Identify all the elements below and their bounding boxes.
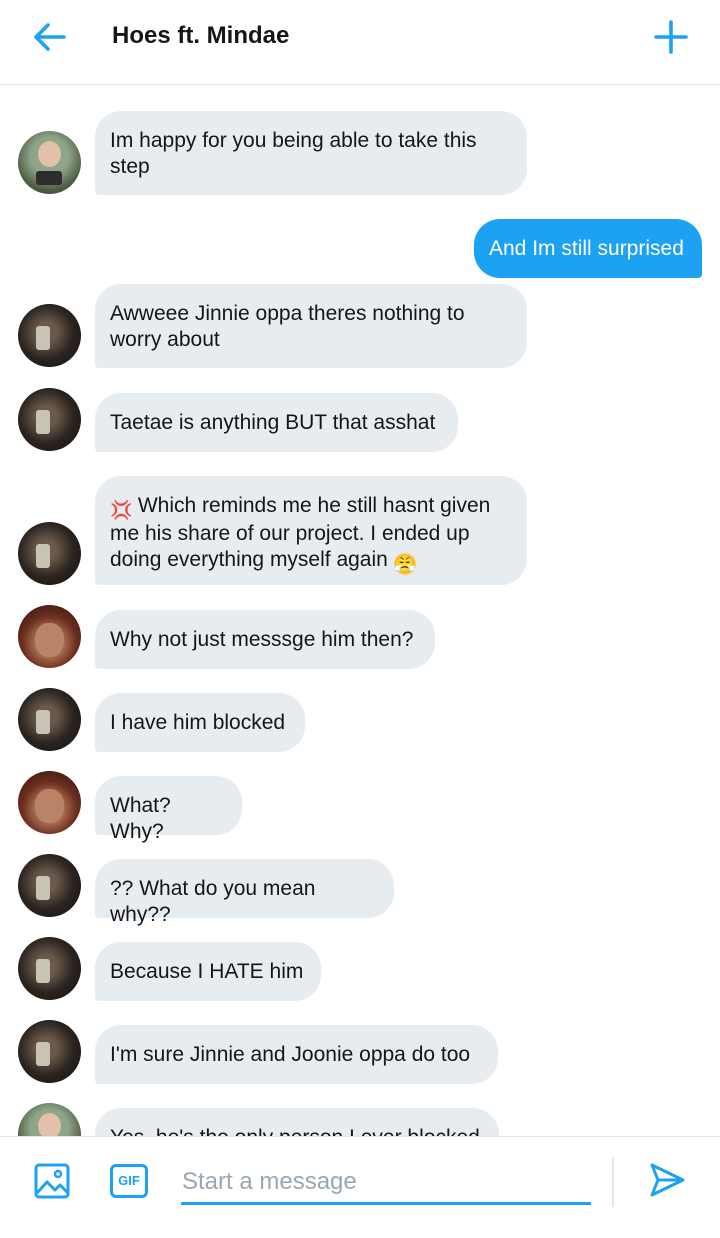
message-text: Yes, he's the only person I ever blocked [110,1126,480,1136]
avatar-mindae[interactable] [18,854,81,917]
message-row: Because I HATE him [0,937,720,1001]
message-bubble[interactable]: Taetae is anything BUT that asshat [95,393,458,452]
message-bubble[interactable]: Awweee Jinnie oppa theres nothing to wor… [95,284,527,368]
message-row: Im happy for you being able to take this… [0,111,720,195]
message-row: And Im still surprised [0,219,720,278]
message-text: What? Why? [110,794,171,843]
chat-header: Hoes ft. Mindae [0,0,720,85]
message-text: Im happy for you being able to take this… [110,129,477,178]
send-icon[interactable] [648,1161,686,1199]
message-text: I have him blocked [110,711,286,734]
message-bubble[interactable]: What? Why? [95,776,242,843]
message-row: Why not just messsge him then? [0,605,720,669]
image-icon[interactable] [33,1162,71,1200]
message-row: Taetae is anything BUT that asshat [0,388,720,452]
back-arrow-icon[interactable] [30,18,70,56]
anger-symbol-emoji: 💢 [110,500,133,520]
message-bubble[interactable]: Yes, he's the only person I ever blocked [95,1108,499,1136]
message-bubble[interactable]: Im happy for you being able to take this… [95,111,527,195]
avatar-mindae[interactable] [18,688,81,751]
avatar-mindae[interactable] [18,388,81,451]
message-text: Why not just messsge him then? [110,628,414,651]
composer-divider [612,1157,614,1207]
message-bubble[interactable]: ?? What do you mean why?? [95,859,394,926]
message-bubble-outgoing[interactable]: And Im still surprised [474,219,702,278]
message-row: I have him blocked [0,688,720,752]
message-row: ?? What do you mean why?? [0,854,720,926]
message-text: Because I HATE him [110,960,304,983]
message-bubble[interactable]: I'm sure Jinnie and Joonie oppa do too [95,1025,498,1084]
message-row: I'm sure Jinnie and Joonie oppa do too [0,1020,720,1084]
message-bubble[interactable]: Why not just messsge him then? [95,610,435,669]
avatar-mindae[interactable] [18,1020,81,1083]
message-text: ?? What do you mean why?? [110,877,316,926]
gif-icon[interactable]: GIF [110,1164,148,1198]
message-composer: GIF [0,1136,720,1238]
message-bubble[interactable]: 💢 Which reminds me he still hasnt given … [95,476,527,585]
message-list[interactable]: Im happy for you being able to take this… [0,85,720,1136]
message-row: Awweee Jinnie oppa theres nothing to wor… [0,284,720,368]
message-text: And Im still surprised [489,237,684,260]
message-input[interactable] [181,1155,591,1205]
message-text: Taetae is anything BUT that asshat [110,411,436,434]
avatar-mindae[interactable] [18,304,81,367]
message-text: Which reminds me he still hasnt given me… [110,494,491,571]
message-bubble[interactable]: I have him blocked [95,693,305,752]
avatar-jinnie[interactable] [18,1103,81,1136]
add-participant-plus-icon[interactable] [648,14,694,60]
avatar-taetae[interactable] [18,605,81,668]
message-row: What? Why? [0,771,720,843]
steam-from-nose-emoji: 😤 [393,552,417,575]
avatar-jinnie[interactable] [18,131,81,194]
conversation-title[interactable]: Hoes ft. Mindae [112,22,289,50]
avatar-mindae[interactable] [18,522,81,585]
message-bubble[interactable]: Because I HATE him [95,942,321,1001]
avatar-mindae[interactable] [18,937,81,1000]
message-text: I'm sure Jinnie and Joonie oppa do too [110,1043,471,1066]
message-text: Awweee Jinnie oppa theres nothing to wor… [110,302,465,351]
message-row: Yes, he's the only person I ever blocked [0,1103,720,1136]
message-row: 💢 Which reminds me he still hasnt given … [0,476,720,585]
avatar-taetae[interactable] [18,771,81,834]
